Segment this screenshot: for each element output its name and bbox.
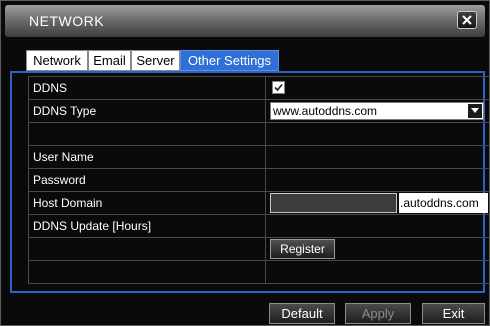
close-button[interactable]	[457, 11, 477, 29]
row-password: Password	[29, 169, 490, 192]
host-domain-value-cell: .autoddns.com	[266, 192, 490, 214]
empty-label-cell	[29, 261, 266, 283]
row-ddns: DDNS	[29, 77, 490, 100]
host-domain-label: Host Domain	[29, 192, 266, 214]
ddns-label: DDNS	[29, 77, 266, 99]
blank-label-cell	[29, 123, 266, 145]
settings-grid: DDNS DDNS Type www.autoddns.com User Nam…	[28, 76, 490, 284]
close-icon	[462, 15, 472, 25]
row-empty	[29, 261, 490, 284]
row-user-name: User Name	[29, 146, 490, 169]
ddns-type-value-cell: www.autoddns.com	[266, 100, 490, 122]
checkmark-icon	[274, 83, 283, 92]
ddns-update-label: DDNS Update [Hours]	[29, 215, 266, 237]
dropdown-button[interactable]	[468, 104, 482, 118]
ddns-type-label: DDNS Type	[29, 100, 266, 122]
tab-email[interactable]: Email	[88, 50, 131, 71]
empty-value-cell	[266, 261, 490, 283]
row-host-domain: Host Domain .autoddns.com	[29, 192, 490, 215]
default-button[interactable]: Default	[269, 303, 335, 324]
row-ddns-type: DDNS Type www.autoddns.com	[29, 100, 490, 123]
password-label: Password	[29, 169, 266, 191]
register-label-cell	[29, 238, 266, 260]
apply-button[interactable]: Apply	[345, 303, 411, 324]
ddns-value-cell	[266, 77, 490, 99]
tab-network[interactable]: Network	[26, 50, 88, 71]
host-domain-input[interactable]	[270, 193, 397, 213]
ddns-type-selected: www.autoddns.com	[273, 104, 378, 118]
title-bar[interactable]: NETWORK	[5, 5, 485, 37]
register-value-cell: Register	[266, 238, 490, 260]
ddns-type-select[interactable]: www.autoddns.com	[270, 102, 484, 120]
exit-button[interactable]: Exit	[422, 303, 485, 324]
chevron-down-icon	[471, 108, 479, 113]
tab-server[interactable]: Server	[131, 50, 180, 71]
password-value-cell	[266, 169, 490, 191]
row-register: Register	[29, 238, 490, 261]
tab-other-settings[interactable]: Other Settings	[180, 50, 279, 71]
row-ddns-update: DDNS Update [Hours]	[29, 215, 490, 238]
user-name-value-cell	[266, 146, 490, 168]
row-blank	[29, 123, 490, 146]
host-domain-suffix: .autoddns.com	[399, 193, 488, 213]
user-name-label: User Name	[29, 146, 266, 168]
network-settings-window: NETWORK Network Email Server Other Setti…	[0, 0, 490, 326]
ddns-checkbox[interactable]	[272, 81, 285, 94]
window-title: NETWORK	[29, 13, 105, 29]
ddns-update-value-cell	[266, 215, 490, 237]
blank-value-cell	[266, 123, 490, 145]
register-button[interactable]: Register	[270, 239, 335, 259]
settings-panel: DDNS DDNS Type www.autoddns.com User Nam…	[10, 71, 490, 293]
